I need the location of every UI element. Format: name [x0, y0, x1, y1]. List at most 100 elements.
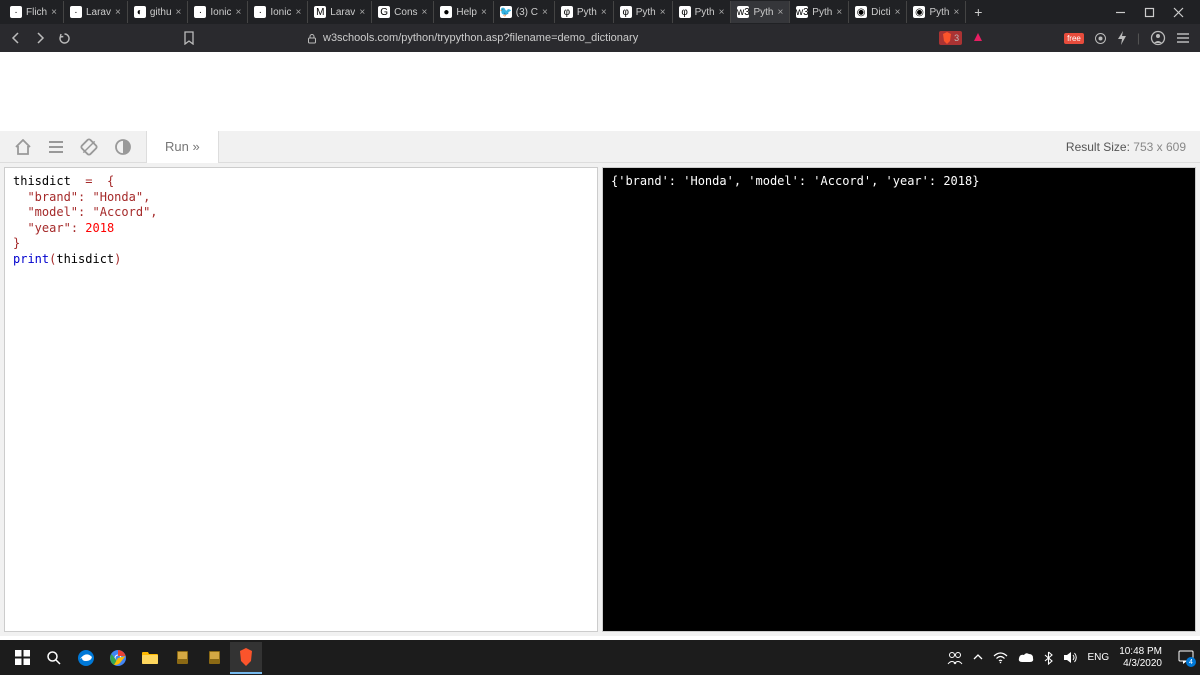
tab-favicon: · — [70, 6, 82, 18]
browser-tab[interactable]: · Larav × — [64, 1, 128, 23]
tab-favicon: ◉ — [855, 6, 867, 18]
search-icon[interactable] — [38, 642, 70, 674]
tab-close-icon[interactable]: × — [176, 7, 182, 18]
brave-wallet-icon[interactable] — [1094, 32, 1107, 45]
url-bar[interactable]: w3schools.com/python/trypython.asp?filen… — [307, 32, 638, 44]
maximize-window-icon[interactable] — [1144, 7, 1155, 18]
people-icon[interactable] — [947, 651, 963, 665]
nav-right: 3 free | — [939, 30, 1190, 46]
tab-title: Pyth — [929, 7, 949, 18]
tab-favicon: 🐦 — [500, 6, 512, 18]
minimize-window-icon[interactable] — [1115, 7, 1126, 18]
ad-space — [0, 52, 1200, 131]
browser-tab[interactable]: w3 Pyth × — [790, 1, 849, 23]
tab-close-icon[interactable]: × — [719, 7, 725, 18]
tab-title: Cons — [394, 7, 417, 18]
browser-tab[interactable]: ·Ionic× — [248, 1, 308, 23]
language-indicator[interactable]: ENG — [1088, 652, 1110, 663]
tab-title: Pyth — [636, 7, 656, 18]
tray-chevron-icon[interactable] — [973, 654, 983, 661]
system-tray: ENG 10:48 PM 4/3/2020 4 — [947, 646, 1194, 670]
new-tab-button[interactable]: + — [966, 1, 990, 23]
home-icon[interactable] — [14, 139, 32, 155]
tab-favicon: w3 — [796, 6, 808, 18]
tab-title: Flich — [26, 7, 47, 18]
code-editor[interactable]: thisdict = { "brand": "Honda", "model": … — [4, 167, 598, 632]
tab-title: Pyth — [577, 7, 597, 18]
brave-rewards-icon[interactable] — [972, 32, 984, 44]
tab-close-icon[interactable]: × — [895, 7, 901, 18]
browser-tab[interactable]: φ Pyth × — [614, 1, 673, 23]
browser-tab[interactable]: ◐ githu × — [128, 1, 189, 23]
volume-icon[interactable] — [1063, 651, 1078, 664]
tab-favicon: ◉ — [913, 6, 925, 18]
vertical-divider: | — [1137, 31, 1140, 45]
tab-close-icon[interactable]: × — [660, 7, 666, 18]
tab-close-icon[interactable]: × — [953, 7, 959, 18]
chrome-icon[interactable] — [102, 642, 134, 674]
tab-close-icon[interactable]: × — [422, 7, 428, 18]
ws-icon-group — [0, 138, 146, 156]
tab-close-icon[interactable]: × — [235, 7, 241, 18]
tab-close-icon[interactable]: × — [601, 7, 607, 18]
tab-close-icon[interactable]: × — [51, 7, 57, 18]
tab-title: Larav — [330, 7, 355, 18]
menu-icon[interactable] — [1176, 32, 1190, 44]
tab-close-icon[interactable]: × — [481, 7, 487, 18]
tab-title: Ionic — [210, 7, 231, 18]
browser-tab[interactable]: ◉ Pyth × — [907, 1, 966, 23]
profile-icon[interactable] — [1150, 30, 1166, 46]
browser-tab[interactable]: ◉Dicti× — [849, 1, 907, 23]
tab-favicon: φ — [620, 6, 632, 18]
run-button[interactable]: Run » — [146, 131, 219, 163]
browser-tab[interactable]: φPyth× — [673, 1, 732, 23]
start-button[interactable] — [6, 642, 38, 674]
edge-icon[interactable] — [70, 642, 102, 674]
app-icon-1[interactable] — [166, 642, 198, 674]
orientation-icon[interactable] — [80, 138, 98, 156]
nav-reload-icon[interactable] — [58, 32, 71, 45]
tab-close-icon[interactable]: × — [359, 7, 365, 18]
free-extension-icon[interactable]: free — [1064, 33, 1084, 44]
brave-taskbar-icon[interactable] — [230, 642, 262, 674]
brave-shield-badge[interactable]: 3 — [939, 31, 962, 45]
tab-close-icon[interactable]: × — [115, 7, 121, 18]
theme-toggle-icon[interactable] — [114, 138, 132, 156]
nav-forward-icon[interactable] — [34, 32, 46, 44]
result-size-label: Result Size: 753 x 609 — [1066, 140, 1200, 154]
clock[interactable]: 10:48 PM 4/3/2020 — [1119, 646, 1168, 670]
browser-tab[interactable]: φ Pyth × — [555, 1, 614, 23]
notification-icon[interactable]: 4 — [1178, 650, 1194, 665]
tab-title: Larav — [86, 7, 111, 18]
bolt-icon[interactable] — [1117, 31, 1127, 45]
close-window-icon[interactable] — [1173, 7, 1184, 18]
app-icon-2[interactable] — [198, 642, 230, 674]
tab-favicon: · — [254, 6, 266, 18]
bookmark-icon[interactable] — [183, 31, 195, 45]
output-console: {'brand': 'Honda', 'model': 'Accord', 'y… — [602, 167, 1196, 632]
wifi-icon[interactable] — [993, 652, 1008, 664]
tab-title: Pyth — [812, 7, 832, 18]
url-text: w3schools.com/python/trypython.asp?filen… — [323, 32, 638, 44]
nav-back-icon[interactable] — [10, 32, 22, 44]
tab-favicon: ◐ — [134, 6, 146, 18]
nav-bar: w3schools.com/python/trypython.asp?filen… — [0, 24, 1200, 52]
browser-tab[interactable]: w3Pyth× — [731, 1, 790, 23]
tab-close-icon[interactable]: × — [777, 7, 783, 18]
browser-tab[interactable]: · Flich × — [4, 1, 64, 23]
bluetooth-icon[interactable] — [1044, 651, 1053, 665]
tab-favicon: · — [10, 6, 22, 18]
browser-tab[interactable]: 🐦(3) C× — [494, 1, 555, 23]
file-explorer-icon[interactable] — [134, 642, 166, 674]
browser-tab[interactable]: ·Ionic× — [188, 1, 248, 23]
tab-title: githu — [150, 7, 172, 18]
tab-favicon: φ — [561, 6, 573, 18]
tab-close-icon[interactable]: × — [836, 7, 842, 18]
menu-bars-icon[interactable] — [48, 140, 64, 154]
browser-tab[interactable]: GCons× — [372, 1, 434, 23]
browser-tab[interactable]: MLarav× — [308, 1, 372, 23]
browser-tab[interactable]: ●Help× — [434, 1, 493, 23]
onedrive-icon[interactable] — [1018, 652, 1034, 663]
tab-close-icon[interactable]: × — [542, 7, 548, 18]
tab-close-icon[interactable]: × — [295, 7, 301, 18]
